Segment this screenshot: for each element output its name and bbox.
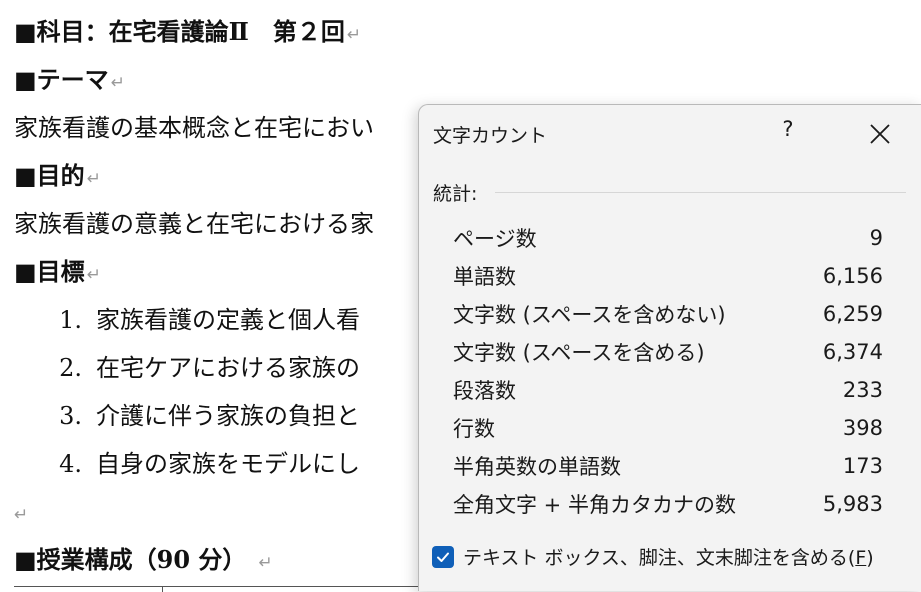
checkbox-box[interactable] [432, 545, 454, 568]
stat-label: 単語数 [453, 265, 516, 289]
stat-row: 文字数 (スペースを含める) 6,374 [453, 333, 883, 371]
checkbox-label-end: ) [866, 547, 874, 569]
dialog-title: 文字カウント [433, 125, 548, 147]
goals-heading: ■目標 ↵ [14, 257, 101, 290]
statistics-label: 統計: [433, 183, 478, 205]
stat-label: 文字数 (スペースを含めない) [453, 303, 726, 327]
goal-text: 在宅ケアにおける家族の [96, 354, 360, 382]
stat-label: 全角文字 + 半角カタカナの数 [453, 493, 736, 517]
stat-value: 6,259 [822, 302, 883, 326]
stat-label: ページ数 [453, 227, 537, 251]
subject-text: ■科目：在宅看護論Ⅱ 第２回 [14, 17, 345, 46]
stat-value: 5,983 [822, 492, 883, 516]
stat-label: 半角英数の単語数 [453, 455, 621, 479]
stat-value: 6,156 [822, 264, 883, 288]
checkmark-icon [437, 552, 449, 562]
stat-value: 233 [842, 378, 883, 402]
paragraph-mark-icon: ↵ [14, 505, 29, 525]
section-divider [495, 192, 906, 193]
purpose-heading: ■目的 ↵ [14, 161, 101, 194]
goals-heading-text: ■目標 [14, 257, 85, 286]
goal-number: 4. [59, 450, 82, 478]
stat-row: 文字数 (スペースを含めない) 6,259 [453, 295, 883, 333]
purpose-text: 家族看護の意義と在宅における家 [14, 210, 374, 238]
goal-text: 自身の家族をモデルにし [96, 450, 360, 478]
goal-item: 4. 自身の家族をモデルにし [48, 449, 360, 479]
empty-paragraph: ↵ [14, 497, 28, 530]
include-textboxes-checkbox[interactable]: テキスト ボックス、脚注、文末脚注を含める(F) [432, 543, 874, 570]
class-structure-text: ■授業構成（90 分） [14, 545, 247, 574]
stat-value: 9 [869, 226, 883, 250]
purpose-heading-text: ■目的 [14, 161, 85, 190]
stat-row: 単語数 6,156 [453, 257, 883, 295]
goal-number: 3. [59, 402, 82, 430]
close-icon [870, 124, 890, 144]
paragraph-mark-icon: ↵ [258, 553, 273, 573]
stat-row: 行数 398 [453, 409, 883, 447]
class-structure-heading: ■授業構成（90 分） ↵ [14, 545, 273, 578]
stat-row: 半角英数の単語数 173 [453, 447, 883, 485]
statistics-list: ページ数 9 単語数 6,156 文字数 (スペースを含めない) 6,259 文… [453, 219, 883, 523]
stat-value: 6,374 [822, 340, 883, 364]
stat-value: 398 [842, 416, 883, 440]
stat-value: 173 [842, 454, 883, 478]
stat-label: 行数 [453, 417, 495, 441]
stat-row: 段落数 233 [453, 371, 883, 409]
paragraph-mark-icon: ↵ [110, 73, 125, 93]
goal-item: 3. 介護に伴う家族の負担と [48, 401, 360, 431]
goal-item: 2. 在宅ケアにおける家族の [48, 353, 360, 383]
goal-number: 1. [59, 306, 82, 334]
help-button[interactable]: ? [777, 117, 799, 147]
goal-text: 介護に伴う家族の負担と [96, 402, 360, 430]
theme-heading: ■テーマ ↵ [14, 65, 125, 98]
subject-line: ■科目：在宅看護論Ⅱ 第２回 ↵ [14, 17, 361, 50]
checkbox-accesskey: F [855, 547, 867, 569]
close-button[interactable] [867, 121, 893, 147]
goal-item: 1. 家族看護の定義と個人看 [48, 305, 360, 335]
table-column-divider [162, 586, 163, 592]
paragraph-mark-icon: ↵ [86, 265, 101, 285]
word-count-dialog: 文字カウント ? 統計: ページ数 9 単語数 6,156 文字数 (スペースを… [418, 104, 921, 591]
paragraph-mark-icon: ↵ [86, 169, 101, 189]
checkbox-label-text: テキスト ボックス、脚注、文末脚注を含める( [463, 547, 856, 569]
stat-label: 段落数 [453, 379, 516, 403]
goal-number: 2. [59, 354, 82, 382]
goal-text: 家族看護の定義と個人看 [96, 306, 360, 334]
theme-text: 家族看護の基本概念と在宅におい [14, 114, 374, 142]
paragraph-mark-icon: ↵ [346, 25, 362, 45]
stat-row: ページ数 9 [453, 219, 883, 257]
theme-heading-text: ■テーマ [14, 65, 109, 94]
stat-label: 文字数 (スペースを含める) [453, 341, 705, 365]
checkbox-label: テキスト ボックス、脚注、文末脚注を含める(F) [463, 543, 874, 570]
stat-row: 全角文字 + 半角カタカナの数 5,983 [453, 485, 883, 523]
dialog-titlebar[interactable]: 文字カウント ? [419, 105, 921, 163]
